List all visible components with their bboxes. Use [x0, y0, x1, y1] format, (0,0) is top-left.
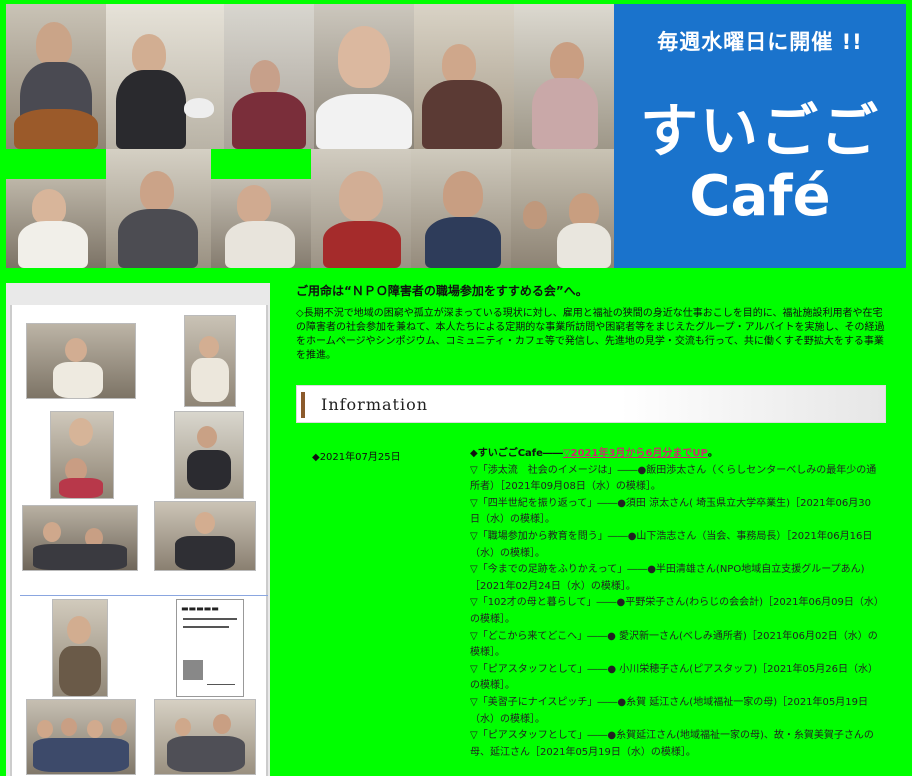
info-list-item: ▽「今までの足跡をふりかえって」――●半田清雄さん(NPO地域自立支援グループあ…	[470, 564, 865, 592]
gallery-photo[interactable]	[50, 411, 114, 499]
gallery-photo[interactable]	[52, 599, 108, 697]
banner-photo	[411, 149, 511, 268]
info-entry: ◆すいごごCafe――▽2021年3月から6月分までUP。 ▽「渉太流 社会のイ…	[470, 446, 880, 761]
photo-sidebar: ▬▬▬▬▬	[6, 283, 270, 776]
main-content: ご用命は“ＮＰＯ障害者の職場参加をすすめる会”へ。 ◇長期不況で地域の困窮や孤立…	[296, 283, 888, 363]
info-date: ◆2021年07月25日	[312, 452, 401, 463]
header-banner: 毎週水曜日に開催 !! すいごご Café	[6, 4, 906, 268]
banner-photo	[211, 179, 311, 268]
gallery-photo[interactable]	[26, 699, 136, 775]
info-list-item: ▽「職場参加から教育を問う」――●山下浩志さん（当会、事務局長）［2021年06…	[470, 530, 873, 559]
info-list-item: ▽「102才の母と暮らして」――●平野栄子さん(わらじの会会計)［2021年06…	[470, 597, 879, 625]
gallery-photo[interactable]	[22, 505, 138, 571]
gallery-divider	[20, 595, 268, 596]
gallery-photo[interactable]	[184, 315, 236, 407]
cafe-promo-panel: 毎週水曜日に開催 !! すいごご Café	[614, 4, 906, 268]
page-headline: ご用命は“ＮＰＯ障害者の職場参加をすすめる会”へ。	[296, 284, 588, 298]
promo-schedule-text: 毎週水曜日に開催 !!	[657, 30, 863, 54]
banner-photo	[311, 149, 411, 268]
info-list-item: ▽「四半世紀を振り返って」――●須田 涼太さん( 埼玉県立大学卒業生)［2021…	[470, 497, 871, 526]
info-lead: ◆すいごごCafe――▽2021年3月から6月分までUP。	[470, 446, 880, 463]
banner-photo	[514, 4, 614, 149]
information-title: Information	[321, 395, 429, 414]
info-list-item: ▽「ピアスタッフとして」――●糸賀延江さん(地域福祉一家の母)、故・糸賀美賀子さ…	[470, 730, 874, 758]
info-lead-prefix: ◆すいごごCafe――	[470, 448, 563, 459]
gallery-flyer[interactable]: ▬▬▬▬▬	[176, 599, 244, 697]
gallery-photo[interactable]	[154, 501, 256, 571]
banner-photo	[106, 149, 211, 268]
banner-photo	[314, 4, 414, 149]
flyer-line	[183, 618, 237, 620]
gallery-photo[interactable]	[26, 323, 136, 399]
info-lead-suffix: 。	[707, 448, 718, 459]
banner-photo	[6, 4, 106, 149]
information-accent	[301, 392, 305, 418]
info-update-link[interactable]: ▽2021年3月から6月分までUP	[563, 448, 708, 459]
banner-photo	[511, 149, 614, 268]
banner-photo	[106, 4, 224, 149]
information-header: Information	[296, 385, 886, 423]
info-list-item: ▽「美習子にナイスピッチ」――●糸賀 延江さん(地域福祉一家の母)［2021年0…	[470, 696, 868, 725]
photo-gallery: ▬▬▬▬▬	[10, 305, 268, 776]
info-list-item: ▽「どこから来てどこへ」――● 愛沢新一さん(べしみ通所者)［2021年06月0…	[470, 630, 878, 659]
flyer-line	[207, 684, 235, 685]
info-list-item: ▽「渉太流 社会のイメージは」――●飯田渉太さん（くらしセンターべしみの最年少の…	[470, 464, 877, 493]
flyer-figure	[183, 660, 203, 680]
flyer-line	[183, 626, 229, 628]
banner-photo	[224, 4, 314, 149]
banner-gap	[6, 149, 106, 179]
banner-gap	[211, 149, 311, 179]
banner-photo	[414, 4, 514, 149]
flyer-title-graphic: ▬▬▬▬▬	[181, 604, 219, 613]
gallery-photo[interactable]	[154, 699, 256, 775]
intro-paragraph: ◇長期不況で地域の困窮や孤立が深まっている現状に対し、雇用と福祉の狭間の身近な仕…	[296, 308, 885, 361]
banner-photo	[6, 179, 106, 268]
promo-cafe-label: Café	[689, 164, 831, 229]
promo-cafe-name: すいごご	[639, 97, 880, 165]
gallery-photo[interactable]	[174, 411, 244, 499]
info-list-item: ▽「ピアスタッフとして」――● 小川栄穂子さん(ピアスタッフ)［2021年05月…	[470, 663, 878, 692]
